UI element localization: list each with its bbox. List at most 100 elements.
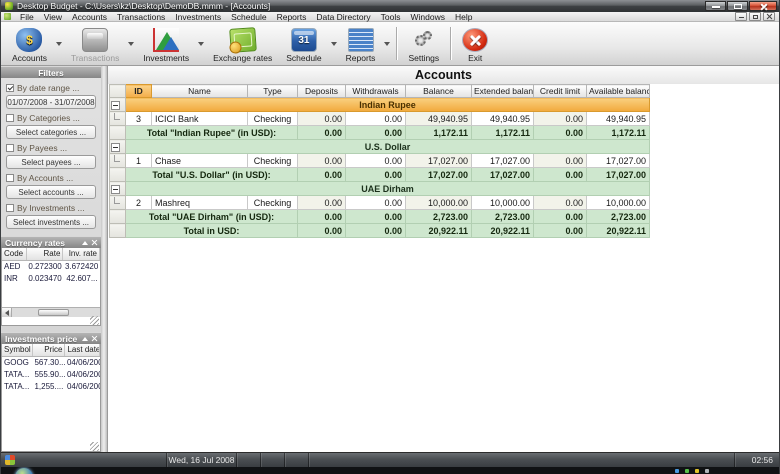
filter-label: By date range ...	[17, 83, 79, 93]
close-panel-icon[interactable]	[91, 240, 97, 246]
column-header-id[interactable]: ID	[126, 85, 152, 98]
dropdown-arrow-icon[interactable]	[56, 42, 62, 46]
menu-item-investments[interactable]: Investments	[170, 12, 226, 22]
column-header-balance[interactable]: Balance	[406, 85, 472, 98]
column-header-rate[interactable]: Rate	[26, 248, 63, 260]
accounts-table: IDNameTypeDepositsWithdrawalsBalanceExte…	[109, 84, 650, 238]
column-header-extended-balance[interactable]: Extended balance	[472, 85, 534, 98]
column-header-inv-rate[interactable]: Inv. rate	[63, 248, 100, 260]
toolbar-settings-button[interactable]: Settings	[401, 23, 446, 64]
tree-line-icon	[114, 113, 120, 120]
collapse-icon[interactable]	[111, 101, 120, 110]
toolbar-accounts-button[interactable]: $Accounts	[5, 23, 54, 64]
menu-item-tools[interactable]: Tools	[376, 12, 406, 22]
maximize-button[interactable]	[727, 1, 748, 11]
collapse-icon[interactable]	[82, 241, 88, 245]
collapse-icon[interactable]	[111, 185, 120, 194]
status-section	[19, 453, 167, 467]
cell-value: 0.00	[534, 112, 587, 126]
mdi-close-button[interactable]	[763, 12, 775, 21]
grid-row[interactable]: INR0.02347042.607...	[2, 272, 100, 284]
column-header-price[interactable]: Price	[32, 344, 65, 356]
gear-icon	[423, 31, 432, 40]
select-investments-button[interactable]: Select investments ...	[6, 215, 96, 229]
grid-cell: 0.023470	[26, 272, 63, 284]
column-header-code[interactable]: Code	[2, 248, 26, 260]
tree-cell	[110, 140, 126, 154]
grid-row[interactable]: TATA...1,255....04/06/200...	[2, 380, 100, 392]
toolbar-exchange-rates-button[interactable]: Exchange rates	[206, 23, 279, 64]
select-payees-button[interactable]: Select payees ...	[6, 155, 96, 169]
toolbar-investments-button[interactable]: Investments	[136, 23, 196, 64]
menu-item-reports[interactable]: Reports	[272, 12, 312, 22]
minimize-button[interactable]	[705, 1, 726, 11]
checkbox-by-payees[interactable]	[6, 144, 14, 152]
sidebar-splitter[interactable]	[101, 66, 108, 452]
grid-row[interactable]: TATA...555.90...04/06/200...	[2, 368, 100, 380]
column-header-available-balance[interactable]: Available balance	[587, 85, 650, 98]
toolbar-reports-button[interactable]: Reports	[339, 23, 383, 64]
group-row-uae-dirham[interactable]: UAE Dirham	[110, 182, 650, 196]
grid-row[interactable]: GOOG567.30...04/06/200...	[2, 356, 100, 368]
group-row-indian-rupee[interactable]: Indian Rupee	[110, 98, 650, 112]
menu-item-view[interactable]: View	[39, 12, 67, 22]
mdi-minimize-button[interactable]	[735, 12, 747, 21]
menu-item-help[interactable]: Help	[450, 12, 477, 22]
table-header-row: IDNameTypeDepositsWithdrawalsBalanceExte…	[110, 85, 650, 98]
column-header-withdrawals[interactable]: Withdrawals	[346, 85, 406, 98]
toolbar-transactions-button[interactable]: Transactions	[64, 23, 126, 64]
checkbox-by-accounts[interactable]	[6, 174, 14, 182]
collapse-icon[interactable]	[82, 337, 88, 341]
grid-row[interactable]: AED0.2723003.672420	[2, 260, 100, 272]
dropdown-arrow-icon[interactable]	[198, 42, 204, 46]
select-categories-button[interactable]: Select categories ...	[6, 125, 96, 139]
dropdown-arrow-icon[interactable]	[331, 42, 337, 46]
menu-item-transactions[interactable]: Transactions	[112, 12, 170, 22]
scrollbar-thumb[interactable]	[38, 309, 69, 316]
toolbar-button-label: Schedule	[286, 53, 321, 63]
cell-value: 17,027.00	[472, 154, 534, 168]
horizontal-scrollbar[interactable]	[2, 307, 100, 317]
column-header-credit-limit[interactable]: Credit limit	[534, 85, 587, 98]
cell-value: 10,000.00	[406, 196, 472, 210]
menu-item-data-directory[interactable]: Data Directory	[311, 12, 375, 22]
column-header-name[interactable]: Name	[152, 85, 248, 98]
menu-item-accounts[interactable]: Accounts	[67, 12, 112, 22]
menu-item-schedule[interactable]: Schedule	[226, 12, 271, 22]
total-value: 20,922.11	[406, 224, 472, 238]
checkbox-by-investments[interactable]	[6, 204, 14, 212]
column-header-deposits[interactable]: Deposits	[298, 85, 346, 98]
collapse-icon[interactable]	[111, 143, 120, 152]
dropdown-arrow-icon[interactable]	[128, 42, 134, 46]
cell-value: 0.00	[534, 154, 587, 168]
resize-grip[interactable]	[90, 442, 99, 451]
toolbar-exit-button[interactable]: Exit	[455, 23, 495, 64]
resize-grip[interactable]	[90, 316, 99, 325]
account-row-chase[interactable]: 1ChaseChecking0.000.0017,027.0017,027.00…	[110, 154, 650, 168]
account-row-icici-bank[interactable]: 3ICICI BankChecking0.000.0049,940.9549,9…	[110, 112, 650, 126]
account-row-mashreq[interactable]: 2MashreqChecking0.000.0010,000.0010,000.…	[110, 196, 650, 210]
close-panel-icon[interactable]	[91, 336, 97, 342]
select-accounts-button[interactable]: Select accounts ...	[6, 185, 96, 199]
checkbox-by-categories[interactable]	[6, 114, 14, 122]
total-label: Total "U.S. Dollar" (in USD):	[126, 168, 298, 182]
column-header-type[interactable]: Type	[248, 85, 298, 98]
scroll-left-icon[interactable]	[2, 308, 12, 317]
scrollbar-track[interactable]	[12, 308, 100, 317]
menu-bar: FileViewAccountsTransactionsInvestmentsS…	[1, 12, 779, 22]
menu-item-windows[interactable]: Windows	[406, 12, 450, 22]
column-header-symbol[interactable]: Symbol	[2, 344, 32, 356]
tree-cell	[110, 182, 126, 196]
start-orb-icon[interactable]	[15, 468, 33, 474]
group-row-u-s-dollar[interactable]: U.S. Dollar	[110, 140, 650, 154]
column-header-last-date[interactable]: Last date	[65, 344, 100, 356]
mdi-restore-button[interactable]	[749, 12, 761, 21]
menu-item-file[interactable]: File	[15, 12, 39, 22]
total-value: 2,723.00	[587, 210, 650, 224]
checkbox-by-date-range[interactable]	[6, 84, 14, 92]
01-07-2008-31-07-2008-button[interactable]: 01/07/2008 - 31/07/2008	[6, 95, 96, 109]
cell-value: 0.00	[534, 196, 587, 210]
toolbar-schedule-button[interactable]: 31Schedule	[279, 23, 328, 64]
close-button[interactable]	[749, 1, 777, 11]
dropdown-arrow-icon[interactable]	[384, 42, 390, 46]
